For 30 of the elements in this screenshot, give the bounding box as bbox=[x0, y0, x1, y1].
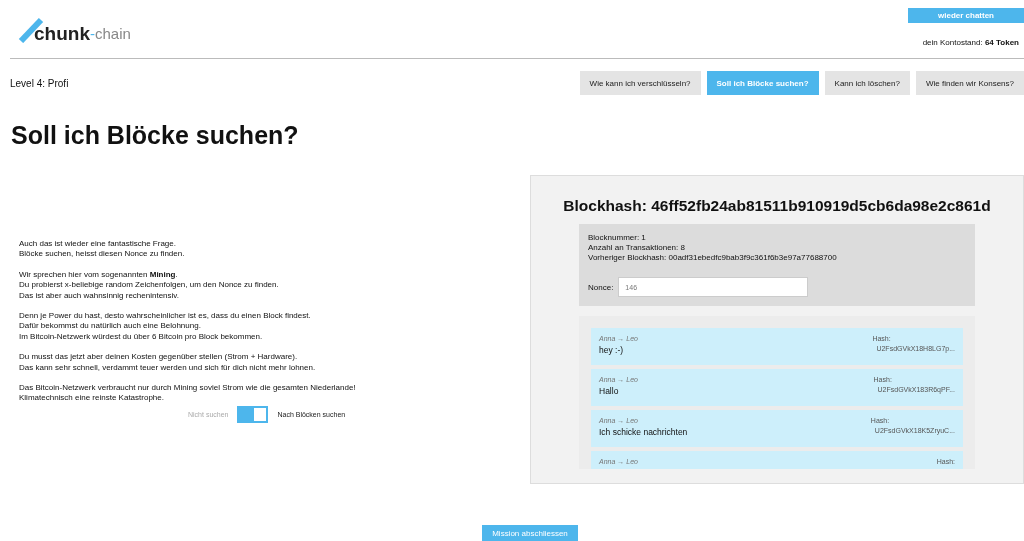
blockhash-title: Blockhash: 46ff52fb24ab81511b910919d5cb6da98e2c861d bbox=[563, 197, 991, 215]
nav-tab[interactable]: Wie kann ich verschlüsseln? bbox=[579, 71, 701, 95]
logo-text: chunk bbox=[34, 24, 90, 43]
body-text: Klimatechnisch eine reinste Katastrophe. bbox=[19, 393, 165, 404]
body-text: Du probierst x-beliebige random Zeichenfolgen, um den Nonce zu finden. bbox=[19, 280, 280, 291]
transaction-message: Hallo bbox=[599, 386, 620, 396]
body-text: Im Bitcoin-Netzwerk würdest du über 6 Bitcoin pro Block bekommen. bbox=[19, 331, 264, 343]
mining-toggle[interactable] bbox=[237, 405, 269, 423]
block-info-text: Blocknummer: 1 bbox=[588, 233, 647, 243]
body-text: Blöcke suchen, heisst diesen Nonce zu finden. bbox=[19, 249, 186, 260]
body-text: Du musst das jetzt aber deinen Kosten gegenüber stellen (Strom + Hardware). bbox=[19, 352, 299, 363]
transaction-message: hey :-) bbox=[599, 345, 625, 355]
body-text: Das Bitcoin-Netzwerk verbraucht nur durch Mining soviel Strom wie die gesamten Niederlande! bbox=[19, 383, 356, 394]
logo-suffix: chain bbox=[94, 25, 131, 43]
body-text: Dafür bekommst du natürlich auch eine Belohnung. bbox=[19, 321, 202, 332]
body-text: Denn je Power du hast, desto wahrscheinlicher ist es, dass du einen Block findest. bbox=[19, 311, 312, 322]
nonce-label: Nonce: bbox=[588, 282, 614, 292]
level-label: Level 4: Profi bbox=[10, 77, 69, 89]
logo-dash: - bbox=[89, 25, 95, 43]
balance-text: dein Kontostand: 64 Token bbox=[922, 38, 1019, 47]
page-title: Soll ich Blöcke suchen? bbox=[11, 121, 300, 150]
nav-tab[interactable]: Kann ich löschen? bbox=[824, 71, 910, 95]
body-text: Das ist aber auch wahnsinnig rechenintensiv. bbox=[19, 290, 180, 302]
body-text: Auch das ist wieder eine fantastische Frage. bbox=[19, 239, 177, 250]
block-info-text: Anzahl an Transaktionen: 8 bbox=[588, 243, 686, 253]
nav-tab[interactable]: Wie finden wir Konsens? bbox=[915, 71, 1024, 95]
body-text: Wir sprechen hier vom sogenannten Mining. bbox=[19, 269, 179, 281]
transaction-message: Ich schicke nachrichten bbox=[599, 427, 688, 437]
block-info-text: Vorheriger Blockhash: 00adf31ebedfc9bab3f9c361f6b3e97a77688700 bbox=[588, 253, 838, 263]
body-text: Das kann sehr schnell, verdammt teuer werden und sich für dich nicht mehr lohnen. bbox=[19, 362, 317, 374]
